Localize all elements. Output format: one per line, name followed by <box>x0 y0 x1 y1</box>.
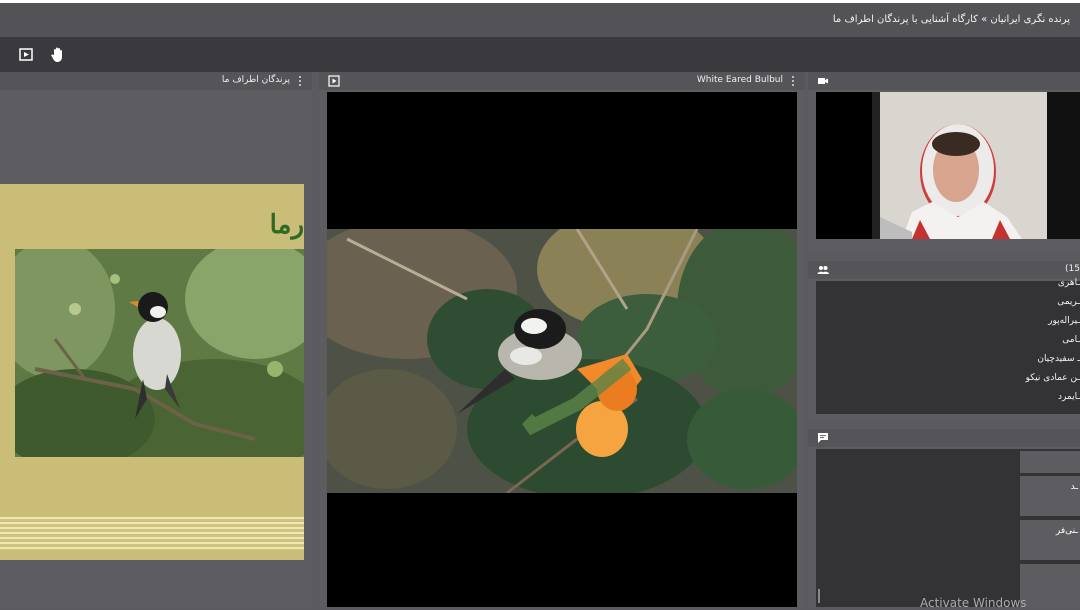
share-pod-menu-icon[interactable] <box>295 74 305 88</box>
toolbar <box>0 37 1080 72</box>
video-player[interactable] <box>327 92 797 607</box>
slide-stripes <box>0 517 304 550</box>
chat-tab-label: ـنی‌فر <box>1055 526 1078 536</box>
share-pod-header: پرندگان اطراف ما <box>0 72 312 90</box>
raise-hand-icon <box>51 47 62 62</box>
slide-heading: رما <box>269 210 304 240</box>
presenter-webcam-image <box>872 92 1080 239</box>
attendee-name[interactable]: ـاهری <box>1058 278 1080 288</box>
attendee-name[interactable]: ـایمرد <box>1058 392 1080 402</box>
video-play-icon[interactable] <box>328 75 340 87</box>
attendee-name[interactable]: ـامی <box>1062 335 1080 345</box>
share-play-button[interactable] <box>16 45 36 65</box>
chat-scrollbar[interactable] <box>818 589 820 603</box>
attendee-name[interactable]: ـ سفیدچیان <box>1037 354 1080 364</box>
chat-tab-label: ـد <box>1070 482 1078 492</box>
chat-tab[interactable] <box>1020 564 1080 607</box>
video-frame-bird <box>327 229 797 493</box>
share-play-icon <box>19 48 33 61</box>
raise-hand-button[interactable] <box>48 45 68 65</box>
attendee-name[interactable]: ـن عمادی نیکو <box>1026 373 1080 383</box>
video-pod-title: White Eared Bulbul <box>696 75 783 85</box>
attendee-list: ـاهری ـریمی ـیراله‌پور ـامی ـ سفیدچیان ـ… <box>816 278 1080 414</box>
share-pod: پرندگان اطراف ما رما <box>0 72 312 607</box>
webcam-feed <box>816 92 1080 239</box>
attendee-name[interactable]: ـیراله‌پور <box>1048 316 1080 326</box>
chat-area: ـد ـنی‌فر <box>816 449 1080 607</box>
bulbul-slide-photo <box>15 249 304 457</box>
attendees-icon[interactable] <box>817 264 829 276</box>
chat-pod-header <box>808 429 1080 447</box>
chat-tab[interactable]: ـد <box>1020 476 1080 516</box>
video-pod-menu-icon[interactable] <box>788 74 798 88</box>
camera-icon[interactable] <box>817 75 829 87</box>
breadcrumb: پرنده نگری ایرانیان » کارگاه آشنایی با پ… <box>832 14 1070 25</box>
video-pod-header: White Eared Bulbul <box>319 72 805 90</box>
attendees-count: (15 <box>1065 264 1080 274</box>
title-bar: پرنده نگری ایرانیان » کارگاه آشنایی با پ… <box>0 3 1080 37</box>
chat-tab[interactable] <box>1020 451 1080 473</box>
camera-pod-header <box>808 72 1080 90</box>
share-pod-title: پرندگان اطراف ما <box>221 75 290 85</box>
windows-activation-watermark: Activate Windows <box>920 596 1027 610</box>
chat-tab[interactable]: ـنی‌فر <box>1020 520 1080 560</box>
attendees-pod-header: (15 <box>808 261 1080 279</box>
chat-icon[interactable] <box>817 432 829 444</box>
presentation-slide: رما <box>0 184 304 560</box>
attendee-name[interactable]: ـریمی <box>1057 297 1080 307</box>
